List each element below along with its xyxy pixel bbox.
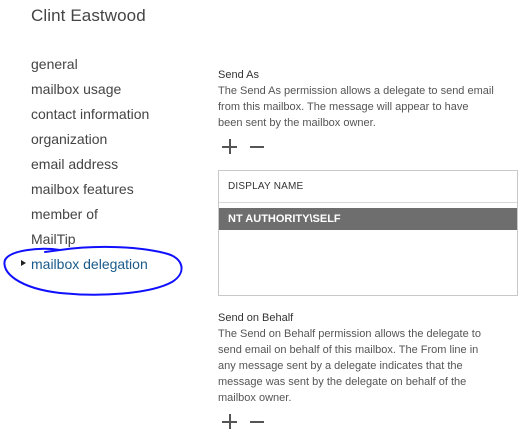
add-send-as-button[interactable] [222,139,238,155]
description-line: any message sent by a delegate indicates… [218,360,463,372]
sidebar-item-member-of[interactable]: member of [31,204,201,229]
remove-send-on-behalf-button[interactable] [250,414,266,430]
description-line: The Send As permission allows a delegate… [218,85,494,97]
sidebar-item-contact-information[interactable]: contact information [31,104,201,129]
sidebar-item-mailbox-features[interactable]: mailbox features [31,179,201,204]
sidebar-item-mailbox-usage[interactable]: mailbox usage [31,79,201,104]
selected-arrow-icon [21,260,26,266]
page-title: Clint Eastwood [31,6,146,25]
description-line: send email on behalf of this mailbox. Th… [218,344,479,356]
description-line: been sent by the mailbox owner. [218,117,376,129]
send-on-behalf-description: The Send on Behalf permission allows the… [218,326,518,406]
sidebar-item-label: mailbox delegation [31,256,148,272]
sidebar-item-mailtip[interactable]: MailTip [31,229,201,254]
column-header-display-name[interactable]: DISPLAY NAME [219,171,517,203]
send-on-behalf-heading: Send on Behalf [218,312,294,324]
send-as-description: The Send As permission allows a delegate… [218,83,518,131]
sidebar-item-general[interactable]: general [31,54,201,79]
description-line: The Send on Behalf permission allows the… [218,328,481,340]
sidebar-item-mailbox-delegation[interactable]: mailbox delegation [21,254,201,279]
add-send-on-behalf-button[interactable] [222,414,238,430]
send-as-list: DISPLAY NAME NT AUTHORITY\SELF [218,170,518,296]
remove-send-as-button[interactable] [250,139,266,155]
send-on-behalf-section: Send on Behalf The Send on Behalf permis… [218,311,518,432]
send-as-section: Send As The Send As permission allows a … [218,68,518,157]
description-line: from this mailbox. The message will appe… [218,101,469,113]
send-as-toolbar [218,137,518,157]
send-on-behalf-toolbar [218,412,518,432]
description-line: mailbox owner. [218,392,292,404]
list-item[interactable]: NT AUTHORITY\SELF [219,208,517,230]
sidebar-nav: general mailbox usage contact informatio… [21,54,201,279]
description-line: message was sent by the delegate on beha… [218,376,467,388]
send-as-heading: Send As [218,69,259,81]
sidebar-item-organization[interactable]: organization [31,129,201,154]
sidebar-item-email-address[interactable]: email address [31,154,201,179]
